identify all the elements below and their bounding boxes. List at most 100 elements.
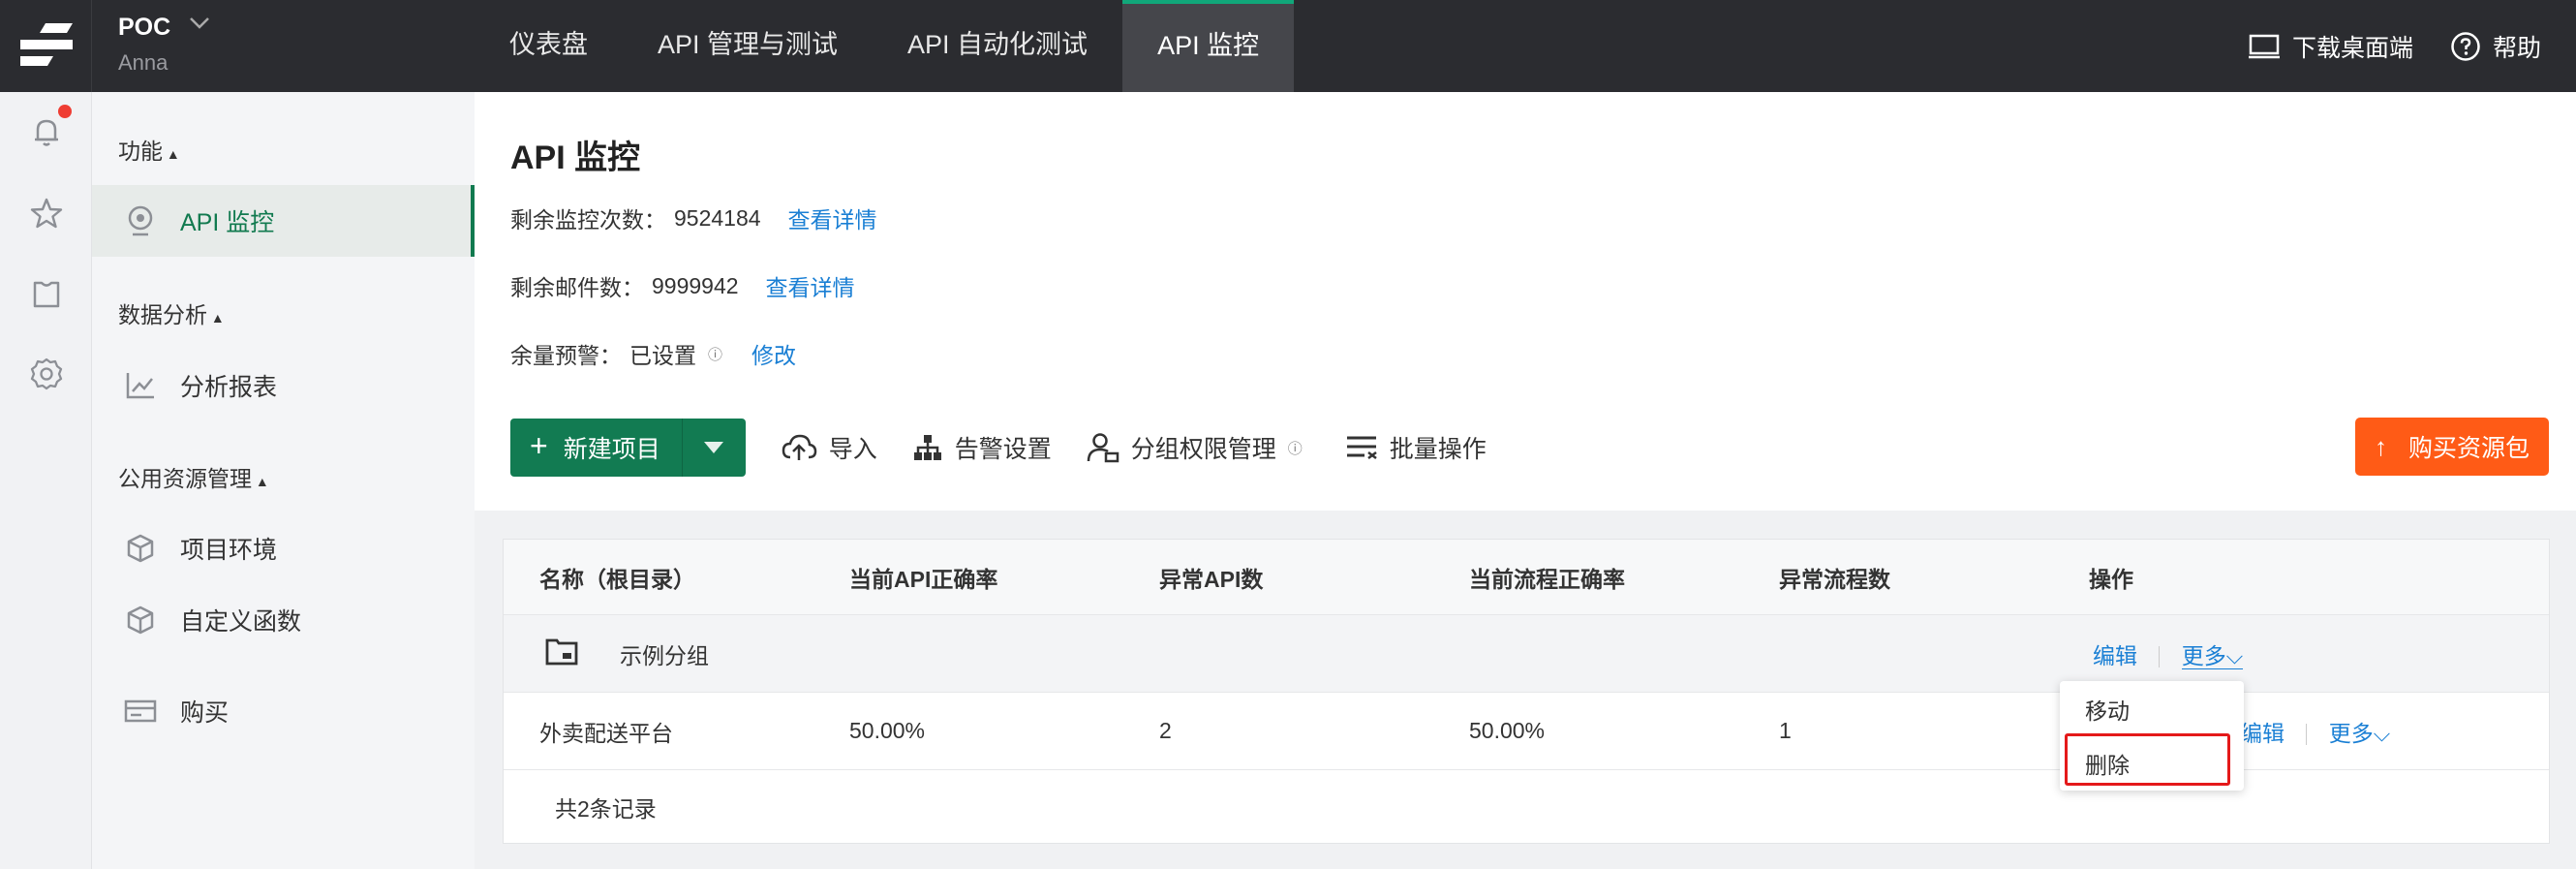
record-count: 共2条记录 (555, 795, 657, 822)
group-title: 数据分析 (118, 302, 207, 327)
alert-settings-button[interactable]: 告警设置 (912, 430, 1052, 465)
plus-icon: + (530, 427, 548, 463)
list-icon (1346, 436, 1377, 459)
notification-dot (58, 105, 72, 118)
remaining-mail-row: 剩余邮件数： 9999942 查看详情 (510, 269, 855, 302)
group-permission-label: 分组权限管理 (1130, 436, 1276, 463)
new-project-button[interactable]: + 新建项目 (510, 419, 682, 477)
sidebar-item-api-monitor[interactable]: API 监控 (92, 185, 475, 257)
top-bar: POC Anna 仪表盘 API 管理与测试 API 自动化测试 API 监控 … (0, 0, 2576, 92)
remaining-mail-value: 9999942 (652, 272, 739, 298)
col-flow-errors: 异常流程数 (1779, 566, 1890, 592)
import-label: 导入 (828, 436, 877, 463)
import-button[interactable]: 导入 (781, 430, 877, 465)
project-name: POC (118, 14, 171, 41)
col-name: 名称（根目录） (539, 566, 695, 592)
sidebar-item-label: 项目环境 (180, 537, 278, 564)
nav-api-monitor[interactable]: API 监控 (1122, 0, 1295, 92)
new-project-label: 新建项目 (563, 436, 660, 463)
alert-settings-label: 告警设置 (954, 436, 1052, 463)
chevron-down-icon (189, 14, 210, 36)
gear-icon[interactable] (29, 357, 64, 391)
quota-warning-row: 余量预警： 已设置 ⓘ 修改 (510, 337, 796, 370)
group-features[interactable]: 功能 ▲ (118, 133, 180, 166)
quota-warning-edit-link[interactable]: 修改 (751, 337, 796, 370)
quota-warning-label: 余量预警： (510, 343, 622, 368)
folder-icon (545, 636, 578, 671)
edit-link[interactable]: 编辑 (2240, 721, 2285, 746)
col-actions: 操作 (2089, 566, 2133, 592)
batch-operations-button[interactable]: 批量操作 (1345, 430, 1487, 465)
new-project-dropdown-button[interactable] (681, 419, 746, 477)
menu-item-move[interactable]: 移动 (2085, 693, 2130, 726)
remaining-monitor-label: 剩余监控次数： (510, 207, 666, 233)
main-nav: 仪表盘 API 管理与测试 API 自动化测试 API 监控 (475, 0, 1295, 92)
more-dropdown-menu: 移动 删除 (2060, 681, 2244, 791)
help-label: 帮助 (2492, 34, 2541, 62)
nav-api-automation[interactable]: API 自动化测试 (873, 0, 1122, 92)
project-name[interactable]: 外卖配送平台 (539, 715, 673, 748)
download-desktop-link[interactable]: 下载桌面端 (2248, 29, 2413, 64)
user-shield-icon (1087, 433, 1119, 463)
side-menu: 功能 ▲ API 监控 数据分析 ▲ 分析报表 公用资源管理 ▲ 项目环境 自定… (92, 92, 475, 869)
star-icon[interactable] (29, 196, 64, 231)
monitor-details-link[interactable]: 查看详情 (788, 202, 877, 234)
sidebar-item-reports[interactable]: 分析报表 (92, 350, 475, 421)
flow-errors: 1 (1779, 718, 1792, 743)
new-project-button-group: + 新建项目 (510, 419, 746, 477)
nav-api-management[interactable]: API 管理与测试 (623, 0, 873, 92)
sidebar-item-label: 购买 (180, 699, 230, 727)
batch-operations-label: 批量操作 (1389, 436, 1487, 463)
buy-resource-pack-button[interactable]: ↑ 购买资源包 (2354, 418, 2549, 476)
cube-icon (124, 532, 157, 565)
sidebar-item-custom-functions[interactable]: 自定义函数 (92, 584, 475, 656)
hierarchy-icon (913, 435, 941, 460)
toolbar: + 新建项目 导入 告警设置 分组权限管理 ⓘ 批量操作 (510, 419, 1487, 477)
top-right-actions: 下载桌面端 帮助 (2248, 0, 2576, 92)
cube-icon (124, 604, 157, 636)
info-icon[interactable]: ⓘ (708, 344, 722, 364)
sidebar-item-label: 分析报表 (180, 374, 278, 401)
group-permission-button[interactable]: 分组权限管理 ⓘ (1087, 430, 1303, 465)
project-switcher[interactable]: POC Anna (92, 0, 475, 92)
caret-down-icon (704, 442, 724, 453)
group-shared-resources[interactable]: 公用资源管理 ▲ (118, 460, 269, 493)
page-title: API 监控 (510, 140, 641, 176)
caret-up-icon: ▲ (163, 146, 180, 162)
flow-rate: 50.00% (1469, 718, 1546, 743)
api-rate: 50.00% (849, 718, 926, 743)
divider (2306, 724, 2308, 746)
row-actions: 编辑 更多⌵ (2240, 715, 2390, 748)
more-label: 更多 (2181, 642, 2226, 668)
nav-dashboard[interactable]: 仪表盘 (475, 0, 623, 92)
edit-link[interactable]: 编辑 (2093, 643, 2137, 668)
app-logo[interactable] (0, 0, 92, 92)
shirt-icon[interactable] (29, 276, 64, 311)
remaining-monitor-value: 9524184 (674, 204, 761, 231)
monitor-header-card: API 监控 剩余监控次数： 9524184 查看详情 剩余邮件数： 99999… (475, 92, 2576, 511)
help-icon (2451, 31, 2480, 61)
caret-up-icon: ▲ (207, 310, 225, 326)
chart-line-icon (124, 369, 157, 402)
help-link[interactable]: 帮助 (2450, 29, 2541, 64)
sidebar-item-label: API 监控 (180, 209, 275, 236)
bell-icon[interactable] (29, 114, 64, 149)
more-label: 更多 (2328, 720, 2374, 746)
menu-item-delete[interactable]: 删除 (2085, 747, 2130, 780)
sidebar-item-environments[interactable]: 项目环境 (92, 512, 475, 584)
sidebar-item-purchase[interactable]: 购买 (92, 675, 475, 747)
remaining-mail-label: 剩余邮件数： (510, 275, 644, 300)
group-title: 公用资源管理 (118, 466, 252, 491)
table-header: 名称（根目录） 当前API正确率 异常API数 当前流程正确率 异常流程数 操作 (504, 540, 2549, 615)
mail-details-link[interactable]: 查看详情 (766, 269, 855, 302)
info-icon[interactable]: ⓘ (1288, 438, 1303, 458)
api-errors: 2 (1159, 718, 1172, 743)
group-data-analysis[interactable]: 数据分析 ▲ (118, 296, 225, 329)
more-dropdown-link[interactable]: 更多⌵ (2329, 721, 2390, 746)
user-name: Anna (118, 50, 169, 75)
row-actions: 编辑 更多⌵ (2093, 637, 2244, 670)
caret-up-icon: ▲ (252, 474, 269, 489)
more-dropdown-link[interactable]: 更多⌵ (2181, 642, 2244, 669)
buy-resource-pack-label: 购买资源包 (2407, 435, 2530, 462)
desktop-icon (2248, 34, 2280, 58)
